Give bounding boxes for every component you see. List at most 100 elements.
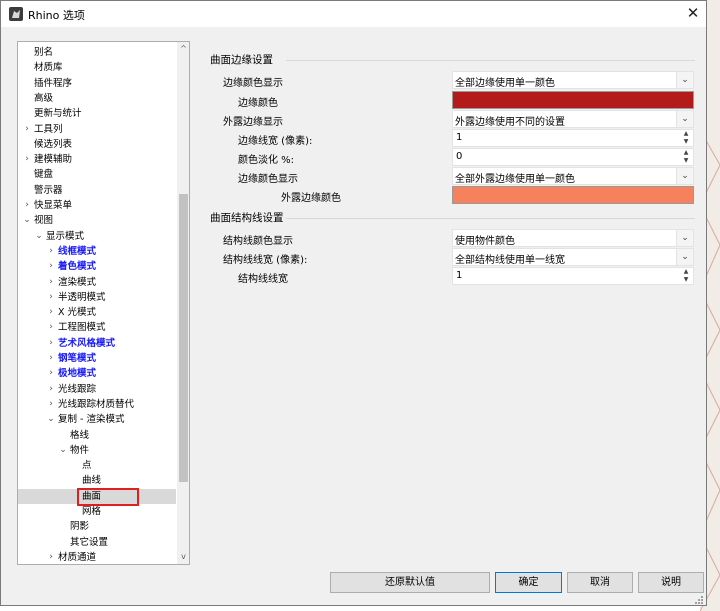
tree-item[interactable]: › X 光模式 [18, 305, 176, 320]
close-icon[interactable]: ✕ [685, 4, 701, 22]
chevron-right-icon[interactable]: › [46, 351, 56, 366]
chevron-right-icon[interactable]: › [22, 198, 32, 213]
stepper-up-icon[interactable]: ▲ [680, 130, 692, 138]
edge-color-display-select[interactable]: 全部边缘使用单一颜色 ⌄ [452, 71, 694, 89]
chevron-right-icon[interactable]: › [22, 122, 32, 137]
tree-item[interactable]: › 快显菜单 [18, 198, 176, 213]
tree-item[interactable]: › 钢笔模式 [18, 351, 176, 366]
edge-thickness-label: 边缘线宽 (像素): [238, 136, 313, 147]
cancel-button[interactable]: 取消 [567, 572, 633, 593]
chevron-down-icon: ⌄ [676, 168, 693, 184]
chevron-right-icon[interactable]: › [46, 550, 56, 564]
scroll-down-icon[interactable]: v [177, 550, 189, 564]
tree-item-label: 阴影 [70, 521, 90, 533]
naked-edge-color-display-select[interactable]: 全部外露边缘使用单一颜色 ⌄ [452, 167, 694, 185]
tree-item-label: 网格 [82, 506, 102, 517]
tree-item[interactable]: 更新与统计 [18, 106, 176, 121]
tree-item-label: 半透明模式 [58, 291, 106, 303]
chevron-down-icon[interactable]: ⌄ [22, 213, 32, 228]
chevron-down-icon: ⌄ [676, 249, 693, 265]
chevron-right-icon[interactable]: › [46, 275, 56, 290]
restore-defaults-button[interactable]: 还原默认值 [330, 572, 490, 593]
tree-item[interactable]: 格线 [18, 428, 176, 443]
chevron-down-icon[interactable]: ⌄ [46, 412, 56, 427]
tree-item[interactable]: › 半透明模式 [18, 290, 176, 305]
chevron-right-icon[interactable]: › [46, 244, 56, 259]
chevron-right-icon[interactable]: › [46, 336, 56, 351]
tree-item[interactable]: 曲线 [18, 473, 176, 488]
resize-grip-icon[interactable] [694, 595, 704, 605]
tree-scrollbar[interactable]: ^ v [177, 42, 189, 564]
chevron-right-icon[interactable]: › [46, 305, 56, 320]
tree-item[interactable]: › 建模辅助 [18, 152, 176, 167]
tree-item[interactable]: › 着色模式 [18, 259, 176, 274]
tree-item[interactable]: › 线框模式 [18, 244, 176, 259]
naked-edge-color-label: 外露边缘颜色 [281, 193, 341, 204]
tree-item[interactable]: 材质库 [18, 60, 176, 75]
chevron-down-icon[interactable]: ⌄ [34, 229, 44, 244]
stepper-up-icon[interactable]: ▲ [680, 149, 692, 157]
chevron-right-icon[interactable]: › [46, 366, 56, 381]
window-title: Rhino 选项 [28, 9, 85, 22]
tree-item[interactable]: 高级 [18, 91, 176, 106]
tree-item-label: X 光模式 [58, 307, 97, 319]
edge-color-label: 边缘颜色 [238, 98, 278, 109]
tree-item[interactable]: ⌄ 复制 - 渲染模式 [18, 412, 176, 427]
naked-edge-color-swatch[interactable] [452, 186, 694, 204]
tree-item[interactable]: › 渲染模式 [18, 275, 176, 290]
tree-item[interactable]: 插件程序 [18, 76, 176, 91]
isocurve-thickness-select[interactable]: 全部结构线使用单一线宽 ⌄ [452, 248, 694, 266]
chevron-right-icon[interactable]: › [46, 290, 56, 305]
chevron-right-icon[interactable]: › [22, 152, 32, 167]
tree-item[interactable]: › 艺术风格模式 [18, 336, 176, 351]
stepper-down-icon[interactable]: ▼ [680, 157, 692, 165]
tree-item[interactable]: 候选列表 [18, 137, 176, 152]
tree-item-label: 光线跟踪 [58, 383, 97, 395]
chevron-right-icon[interactable]: › [46, 397, 56, 412]
tree-item-label: 建模辅助 [34, 154, 73, 166]
tree-item-label: 工程图模式 [58, 322, 106, 334]
help-button[interactable]: 说明 [638, 572, 704, 593]
naked-edge-display-select[interactable]: 外露边缘使用不同的设置 ⌄ [452, 110, 694, 128]
tree-item-label: 更新与统计 [34, 108, 82, 120]
chevron-right-icon[interactable]: › [46, 382, 56, 397]
tree-item[interactable]: › 极地模式 [18, 366, 176, 381]
edge-thickness-stepper[interactable]: 1 ▲ ▼ [452, 129, 694, 147]
chevron-right-icon[interactable]: › [46, 259, 56, 274]
scroll-thumb[interactable] [179, 194, 188, 482]
stepper-down-icon[interactable]: ▼ [680, 276, 692, 284]
tree-item[interactable]: ⌄ 显示模式 [18, 229, 176, 244]
edge-color-display-label: 边缘颜色显示 [223, 78, 283, 89]
tree-item[interactable]: › 工具列 [18, 122, 176, 137]
tree-item[interactable]: 别名 [18, 45, 176, 60]
ok-button[interactable]: 确定 [495, 572, 562, 593]
tree-item[interactable]: 点 [18, 458, 176, 473]
scroll-up-icon[interactable]: ^ [177, 42, 189, 56]
tree-item[interactable]: › 工程图模式 [18, 320, 176, 335]
tree-item[interactable]: 键盘 [18, 167, 176, 182]
tree-item[interactable]: 警示器 [18, 183, 176, 198]
stepper-up-icon[interactable]: ▲ [680, 268, 692, 276]
chevron-right-icon[interactable]: › [46, 320, 56, 335]
tree-item-label: 候选列表 [34, 138, 73, 150]
edge-settings-title: 曲面边缘设置 [210, 54, 273, 66]
isocurve-color-display-select[interactable]: 使用物件颜色 ⌄ [452, 229, 694, 247]
tree-item-label: 格线 [70, 429, 90, 441]
color-reduction-stepper[interactable]: 0 ▲ ▼ [452, 148, 694, 166]
tree-item[interactable]: › 材质通道 [18, 550, 176, 564]
tree-item-label: 其它设置 [70, 536, 109, 548]
tree-item-label: 极地模式 [58, 368, 97, 380]
edge-color-swatch[interactable] [452, 91, 694, 109]
tree-item[interactable]: 阴影 [18, 519, 176, 534]
tree-item[interactable]: ⌄ 视图 [18, 213, 176, 228]
stepper-down-icon[interactable]: ▼ [680, 138, 692, 146]
tree-item[interactable]: › 光线跟踪 [18, 382, 176, 397]
chevron-down-icon[interactable]: ⌄ [58, 443, 68, 458]
tree-item[interactable]: ⌄ 物件 [18, 443, 176, 458]
tree-item-label: 曲线 [82, 475, 102, 487]
section-divider [286, 218, 695, 219]
isocurve-width-stepper[interactable]: 1 ▲ ▼ [452, 267, 694, 285]
tree-item[interactable]: 其它设置 [18, 535, 176, 550]
tree-item[interactable]: 网格 [18, 504, 176, 519]
tree-item[interactable]: › 光线跟踪材质替代 [18, 397, 176, 412]
